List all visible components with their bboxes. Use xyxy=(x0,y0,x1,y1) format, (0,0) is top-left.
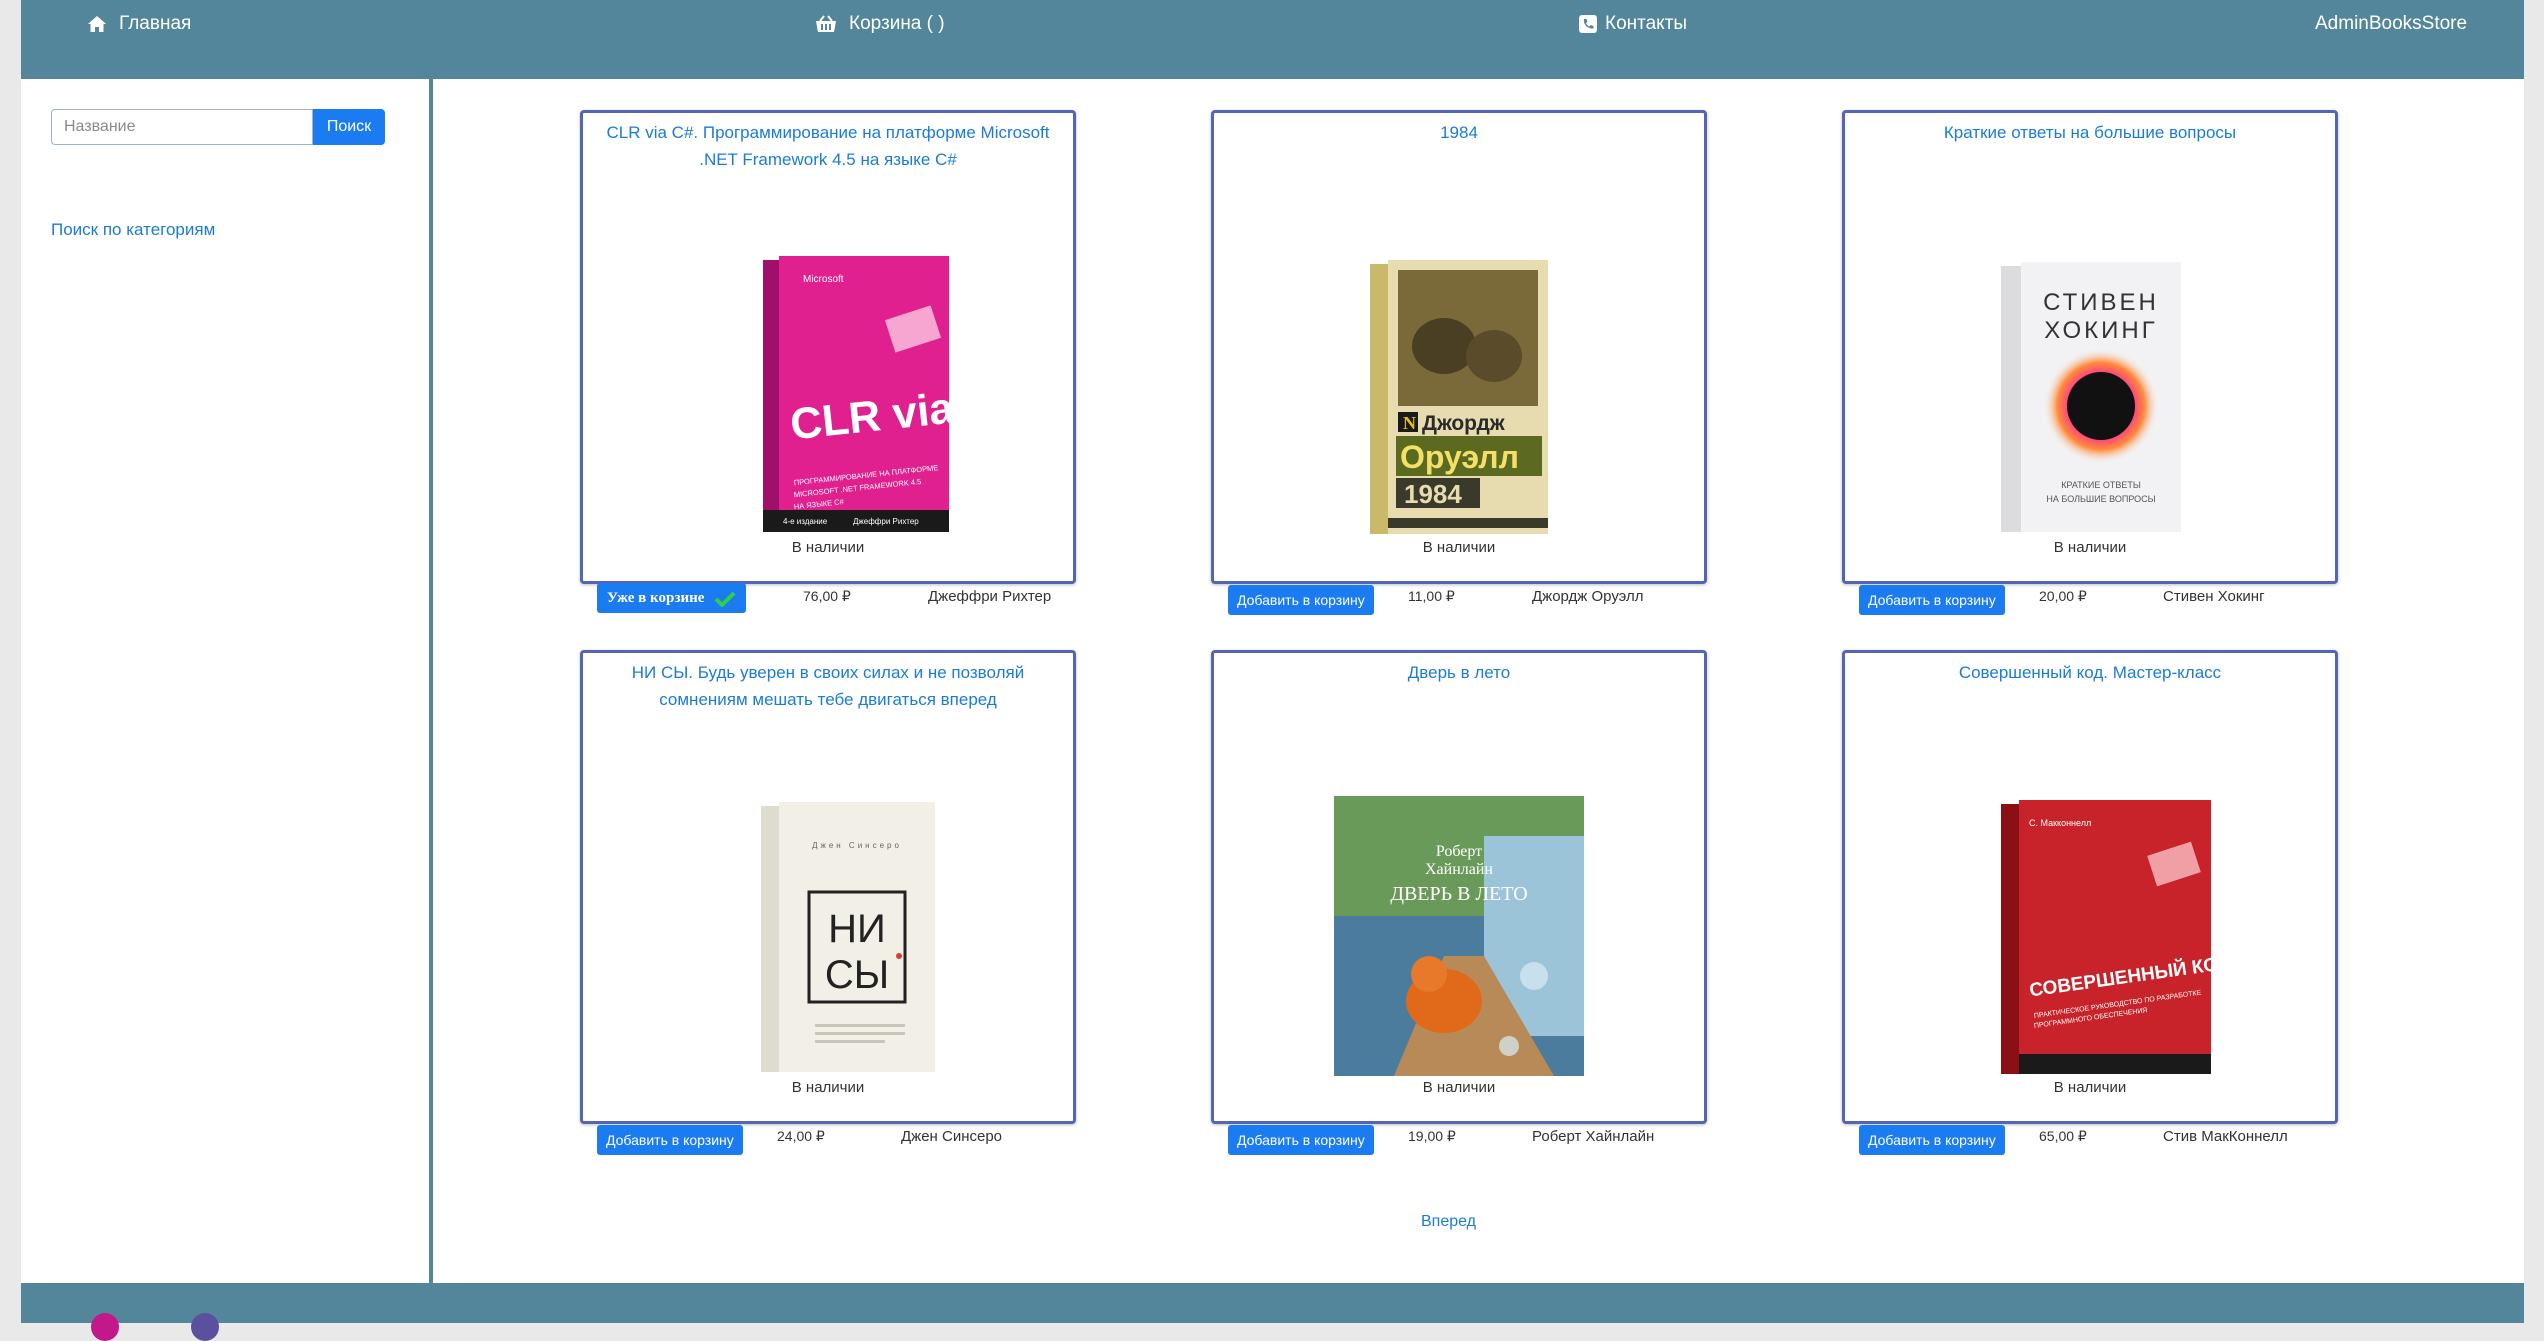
add-to-cart-button[interactable]: Добавить в корзину xyxy=(1228,585,1374,615)
author-label: Джен Синсеро xyxy=(901,1128,1003,1145)
author-label: Роберт Хайнлайн xyxy=(1532,1128,1655,1145)
nav-cart-label: Корзина ( ) xyxy=(849,13,945,34)
in-cart-label: Уже в корзине xyxy=(607,590,705,606)
search-button[interactable]: Поиск xyxy=(313,109,385,145)
book-cover-image[interactable]: Джен Синсеро НИ СЫ xyxy=(703,796,953,1076)
cover-author-last: Хайнлайн xyxy=(1425,861,1493,878)
nav-cart-link[interactable]: Корзина ( ) xyxy=(815,12,945,36)
category-search-link[interactable]: Поиск по категориям xyxy=(51,220,215,240)
top-navbar: Главная Корзина ( ) Контакты AdminBooksS… xyxy=(21,0,2524,79)
add-to-cart-button[interactable]: Добавить в корзину xyxy=(597,1125,743,1155)
home-icon xyxy=(88,15,106,32)
book-title-link[interactable]: НИ СЫ. Будь уверен в своих силах и не по… xyxy=(597,659,1059,713)
availability-label: В наличии xyxy=(1422,1079,1496,1096)
author-label: Стивен Хокинг xyxy=(2163,588,2265,605)
book-title-link[interactable]: Краткие ответы на большие вопросы xyxy=(1859,119,2321,146)
author-label: Джордж Оруэлл xyxy=(1532,588,1644,605)
svg-text:N: N xyxy=(1403,413,1416,433)
book-card: CLR via C#. Программирование на платформ… xyxy=(580,110,1076,613)
book-cover-image[interactable]: С. Макконнелл СОВЕРШЕННЫЙ КОД ПРАКТИЧЕСК… xyxy=(1965,796,2215,1076)
book-card: НИ СЫ. Будь уверен в своих силах и не по… xyxy=(580,650,1076,1155)
availability-label: В наличии xyxy=(791,1079,865,1096)
availability-label: В наличии xyxy=(2053,539,2127,556)
cover-subtitle-1: КРАТКИЕ ОТВЕТЫ xyxy=(2061,480,2141,490)
cover-author-first: СТИВЕН xyxy=(2043,289,2159,316)
cover-year: 1984 xyxy=(1404,479,1462,509)
footer-circle-icon xyxy=(91,1313,119,1341)
book-card: Краткие ответы на большие вопросы СТИВЕН… xyxy=(1842,110,2338,615)
cover-subtitle-2: НА БОЛЬШИЕ ВОПРОСЫ xyxy=(2046,494,2155,504)
cover-edition-text: 4-е издание xyxy=(783,517,828,526)
nav-admin-label: AdminBooksStore xyxy=(2315,13,2468,34)
price-label: 65,00 ₽ xyxy=(2039,1128,2087,1144)
book-cover-image[interactable]: Microsoft CLR via C# ПРОГРАММИРОВАНИЕ НА… xyxy=(703,256,953,536)
shopping-basket-icon xyxy=(816,15,836,32)
nav-contacts-link[interactable]: Контакты xyxy=(1579,12,1687,36)
availability-label: В наличии xyxy=(2053,1079,2127,1096)
book-title-link[interactable]: 1984 xyxy=(1228,119,1690,146)
book-card: 1984 N Джордж Оруэлл 1984 В наличии Доба… xyxy=(1211,110,1707,615)
check-icon xyxy=(714,591,736,608)
cover-author-last: ХОКИНГ xyxy=(2044,317,2157,344)
price-label: 24,00 ₽ xyxy=(777,1128,825,1144)
sidebar: Поиск Поиск по категориям xyxy=(21,79,433,1283)
cover-author-first: Роберт xyxy=(1436,843,1482,860)
price-label: 19,00 ₽ xyxy=(1408,1128,1456,1144)
cover-author-text: Джеффри Рихтер xyxy=(853,517,919,526)
author-label: Стив МакКоннелл xyxy=(2163,1128,2288,1145)
add-to-cart-button[interactable]: Добавить в корзину xyxy=(1859,585,2005,615)
phone-square-icon xyxy=(1579,14,1597,33)
cover-author-text: С. Макконнелл xyxy=(2029,818,2091,828)
book-cover-image[interactable]: Роберт Хайнлайн ДВЕРЬ В ЛЕТО xyxy=(1334,796,1584,1076)
svg-text:Microsoft: Microsoft xyxy=(803,274,844,285)
add-to-cart-button[interactable]: Добавить в корзину xyxy=(1228,1125,1374,1155)
nav-home-label: Главная xyxy=(119,13,192,34)
cover-author-first: Джордж xyxy=(1422,412,1506,435)
cover-title-line2: СЫ xyxy=(825,953,889,997)
footer-circle-icon xyxy=(191,1313,219,1341)
availability-label: В наличии xyxy=(1422,539,1496,556)
book-cover-image[interactable]: N Джордж Оруэлл 1984 xyxy=(1334,256,1584,536)
book-title-link[interactable]: Дверь в лето xyxy=(1228,659,1690,686)
nav-admin-link[interactable]: AdminBooksStore xyxy=(2315,12,2467,36)
book-title-link[interactable]: Совершенный код. Мастер-класс xyxy=(1859,659,2321,686)
cover-author-text: Джен Синсеро xyxy=(812,841,902,850)
book-card: Дверь в лето Роберт Хайнлайн ДВЕРЬ В ЛЕТ… xyxy=(1211,650,1707,1155)
book-cover-image[interactable]: СТИВЕН ХОКИНГ КРАТКИЕ ОТВЕТЫ НА БОЛЬШИЕ … xyxy=(1965,256,2215,536)
price-label: 11,00 ₽ xyxy=(1408,588,1455,604)
availability-label: В наличии xyxy=(791,539,865,556)
book-title-link[interactable]: CLR via C#. Программирование на платформ… xyxy=(597,119,1059,173)
author-label: Джеффри Рихтер xyxy=(928,588,1052,605)
cover-author-last: Оруэлл xyxy=(1400,439,1519,475)
nav-contacts-label: Контакты xyxy=(1605,13,1688,34)
book-card: Совершенный код. Мастер-класс С. Макконн… xyxy=(1842,650,2338,1155)
nav-home-link[interactable]: Главная xyxy=(87,12,191,36)
in-cart-button[interactable]: Уже в корзине xyxy=(597,583,747,613)
add-to-cart-button[interactable]: Добавить в корзину xyxy=(1859,1125,2005,1155)
cover-title-text: ДВЕРЬ В ЛЕТО xyxy=(1390,883,1527,905)
pager-next-link[interactable]: Вперед xyxy=(1421,1213,1476,1231)
footer-bar xyxy=(21,1283,2524,1341)
search-input[interactable] xyxy=(51,109,313,145)
price-label: 20,00 ₽ xyxy=(2039,588,2087,604)
cover-title-line1: НИ xyxy=(828,907,886,951)
price-label: 76,00 ₽ xyxy=(803,588,851,604)
